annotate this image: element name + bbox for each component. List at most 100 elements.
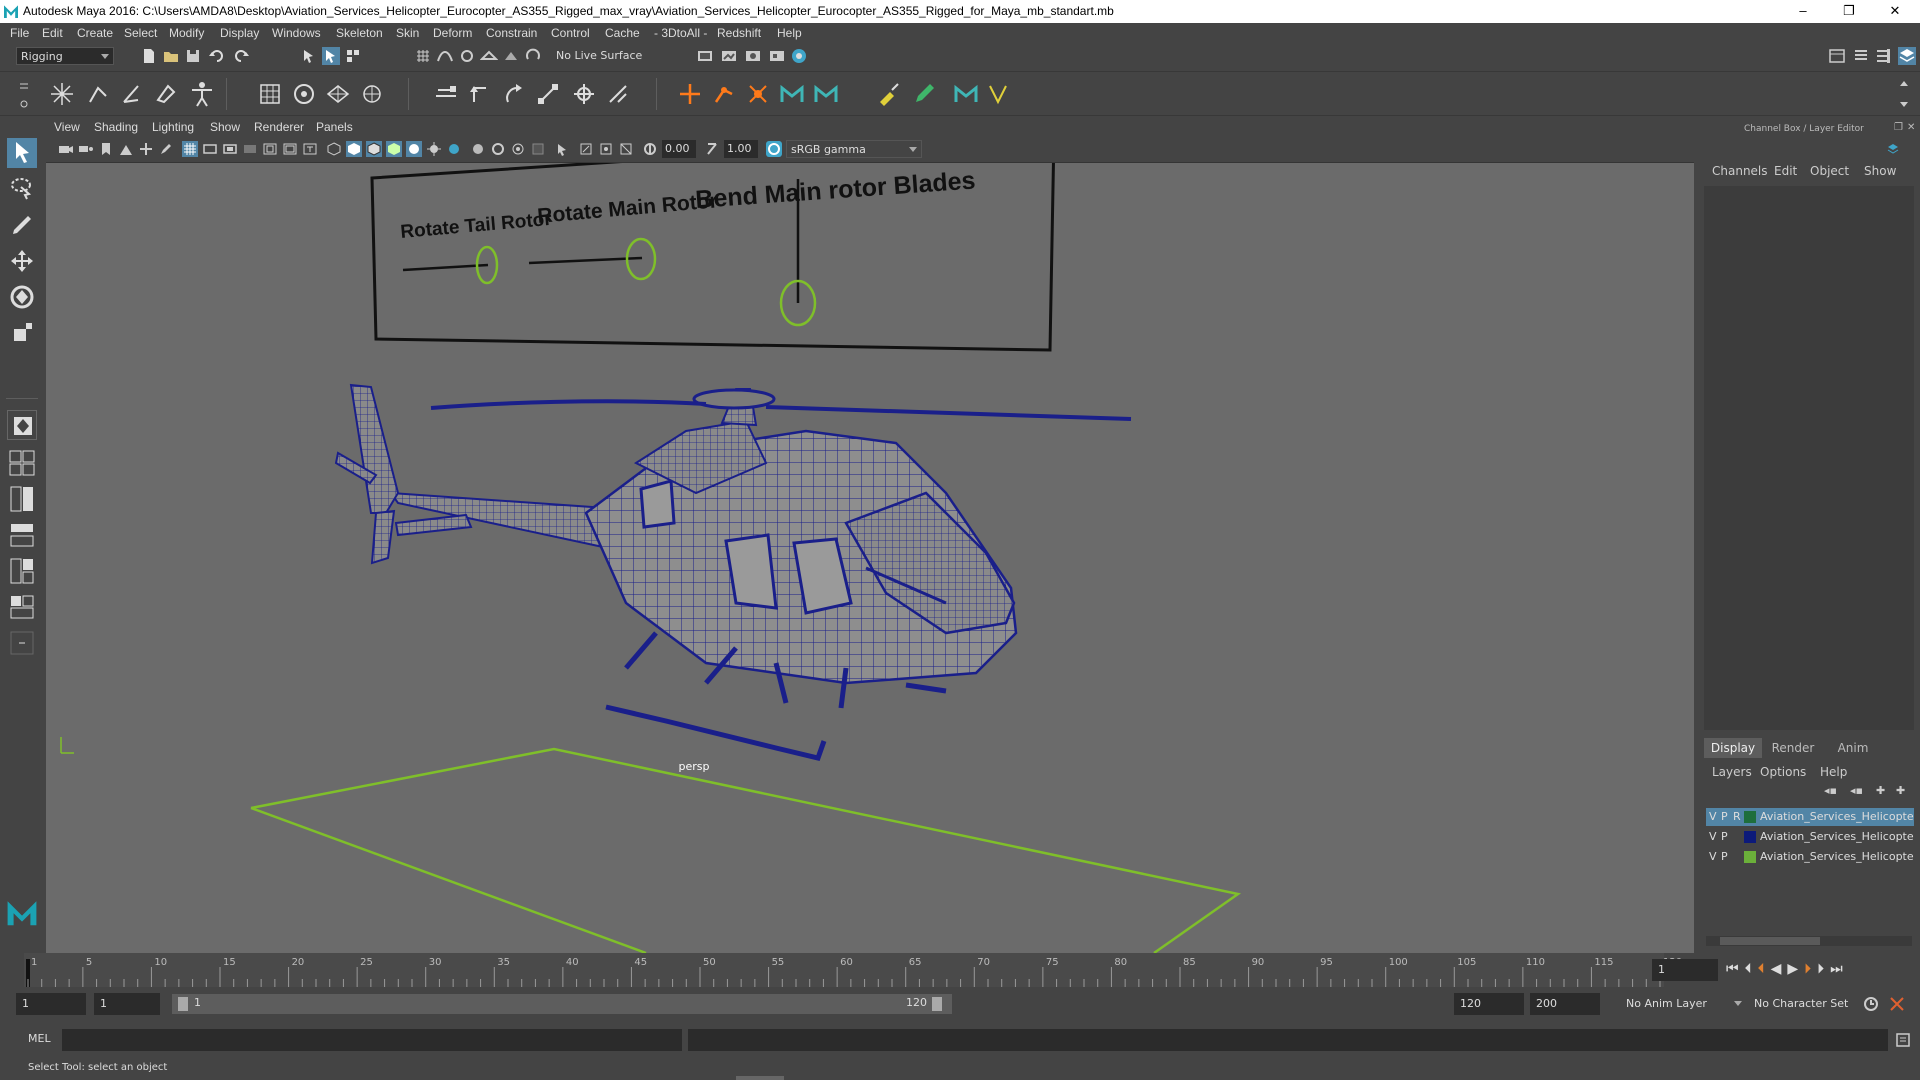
go-to-end-icon[interactable]: ⏭ bbox=[1830, 961, 1849, 977]
animation-end-field[interactable]: 200 bbox=[1530, 993, 1600, 1015]
smooth-shade-icon[interactable] bbox=[346, 141, 362, 157]
camera-icon[interactable] bbox=[58, 141, 74, 157]
layer-color-swatch[interactable] bbox=[1744, 851, 1756, 863]
layer-name[interactable]: Aviation_Services_Helicopter bbox=[1760, 810, 1914, 823]
exposure-field[interactable]: 0.00 bbox=[662, 140, 696, 158]
menu-select[interactable]: Select bbox=[124, 26, 157, 40]
wrap-deformer-icon[interactable] bbox=[324, 80, 352, 108]
layer-menu-help[interactable]: Help bbox=[1820, 765, 1847, 779]
bind-skin-icon[interactable] bbox=[152, 80, 180, 108]
safe-action-icon[interactable] bbox=[282, 141, 298, 157]
maya-script-icon-1[interactable] bbox=[778, 80, 806, 108]
move-layer-up-icon[interactable]: ◂▪ bbox=[1824, 784, 1837, 797]
camera-attributes-icon[interactable] bbox=[78, 141, 94, 157]
humanik-icon[interactable] bbox=[188, 80, 216, 108]
save-scene-icon[interactable] bbox=[184, 47, 202, 65]
xray-joints-icon[interactable] bbox=[578, 141, 594, 157]
undo-icon[interactable] bbox=[208, 47, 226, 65]
help-line-resize-handle[interactable] bbox=[736, 1076, 784, 1080]
outliner-layout-icon[interactable] bbox=[7, 520, 37, 550]
workspace-icon[interactable] bbox=[1828, 47, 1846, 65]
minimize-button[interactable]: – bbox=[1780, 0, 1826, 23]
step-back-key-icon[interactable]: ⏴ bbox=[1758, 961, 1771, 977]
new-scene-icon[interactable] bbox=[140, 47, 158, 65]
time-slider-ruler[interactable]: 1 5 10 15 20 25 30 35 40 45 50 55 60 65 70 75 80 85 90 95 10… bbox=[0, 953, 1700, 987]
helicopter-model[interactable] bbox=[334, 383, 1132, 761]
panel-float-icon[interactable]: ❐ bbox=[1894, 122, 1903, 133]
render-settings-icon[interactable] bbox=[744, 47, 762, 65]
menu-display[interactable]: Display bbox=[220, 26, 259, 40]
step-forward-key-icon[interactable]: ⏵ bbox=[1804, 961, 1817, 977]
depth-of-field-icon[interactable] bbox=[510, 141, 526, 157]
viewport-menu-lighting[interactable]: Lighting bbox=[152, 120, 194, 134]
layer-playback-toggle[interactable]: P bbox=[1721, 810, 1728, 823]
menu-skeleton[interactable]: Skeleton bbox=[336, 26, 383, 40]
anti-aliasing-icon[interactable] bbox=[490, 141, 506, 157]
character-set-dropdown[interactable]: No Character Set bbox=[1750, 995, 1866, 1013]
shelf-options-icon[interactable] bbox=[18, 76, 30, 112]
single-perspective-layout-icon[interactable] bbox=[7, 410, 37, 440]
layer-reference-toggle[interactable]: R bbox=[1733, 810, 1741, 823]
anim-layer-dropdown[interactable]: No Anim Layer bbox=[1622, 995, 1746, 1013]
snap-grid-icon[interactable] bbox=[414, 47, 432, 65]
animation-start-field[interactable]: 1 bbox=[16, 993, 86, 1015]
layer-color-swatch[interactable] bbox=[1744, 831, 1756, 843]
vertex-tool-icon[interactable] bbox=[984, 80, 1012, 108]
perspective-viewport[interactable]: Rotate Tail Rotor Rotate Main Rotor Bend… bbox=[46, 163, 1694, 953]
layer-color-swatch[interactable] bbox=[1744, 811, 1756, 823]
restore-button[interactable]: ❐ bbox=[1826, 0, 1872, 23]
channel-box-icon[interactable] bbox=[1898, 47, 1916, 65]
gamma-icon[interactable] bbox=[704, 141, 720, 157]
parent-constraint-icon[interactable] bbox=[432, 80, 460, 108]
new-layer-selected-icon[interactable]: ✚ bbox=[1896, 784, 1905, 797]
layer-row[interactable]: V P R Aviation_Services_Helicopter bbox=[1706, 808, 1914, 826]
snap-surface-icon[interactable] bbox=[502, 47, 520, 65]
cluster-icon[interactable] bbox=[290, 80, 318, 108]
tab-display[interactable]: Display bbox=[1704, 738, 1762, 758]
grid-toggle-icon[interactable] bbox=[182, 141, 198, 157]
pole-vector-icon[interactable] bbox=[604, 80, 632, 108]
paint-select-icon[interactable] bbox=[7, 210, 37, 240]
brush-tool-icon[interactable] bbox=[910, 80, 938, 108]
time-slider[interactable]: 1 5 10 15 20 25 30 35 40 45 50 55 60 65 70 75 80 85 90 95 10… bbox=[0, 953, 1920, 987]
film-gate-icon[interactable] bbox=[202, 141, 218, 157]
lattice-icon[interactable] bbox=[256, 80, 284, 108]
toolbox-expand-icon[interactable] bbox=[7, 628, 37, 658]
exposure-icon[interactable] bbox=[642, 141, 658, 157]
ipr-render-icon[interactable] bbox=[720, 47, 738, 65]
select-object-icon[interactable] bbox=[322, 47, 340, 65]
maya-script-icon-3[interactable] bbox=[952, 80, 980, 108]
script-editor-icon[interactable] bbox=[1894, 1031, 1912, 1049]
command-input[interactable] bbox=[62, 1029, 682, 1051]
snap-view-plane-icon[interactable] bbox=[480, 47, 498, 65]
render-view-icon[interactable] bbox=[790, 47, 808, 65]
layer-menu-layers[interactable]: Layers bbox=[1712, 765, 1752, 779]
menu-file[interactable]: File bbox=[10, 26, 29, 40]
layer-scrollbar-thumb[interactable] bbox=[1720, 937, 1820, 945]
2d-pan-zoom-icon[interactable] bbox=[138, 141, 154, 157]
shadows-icon[interactable] bbox=[426, 141, 442, 157]
hypershade-layout-icon[interactable] bbox=[7, 592, 37, 622]
menu-set-dropdown[interactable]: Rigging bbox=[16, 47, 114, 65]
layer-row[interactable]: V P Aviation_Services_Helicopter bbox=[1706, 848, 1914, 866]
step-back-icon[interactable]: ⏴ bbox=[1745, 961, 1758, 977]
current-frame-field[interactable]: 1 bbox=[1652, 959, 1718, 981]
menu-skin[interactable]: Skin bbox=[396, 26, 419, 40]
play-forward-icon[interactable]: ▶ bbox=[1787, 961, 1804, 977]
paint-weights-icon[interactable] bbox=[876, 80, 904, 108]
grease-pencil-icon[interactable] bbox=[158, 141, 174, 157]
redo-icon[interactable] bbox=[232, 47, 250, 65]
tool-settings-icon[interactable] bbox=[1874, 47, 1892, 65]
gamma-field[interactable]: 1.00 bbox=[724, 140, 758, 158]
field-chart-icon[interactable] bbox=[262, 141, 278, 157]
live-surface-field[interactable]: No Live Surface bbox=[552, 47, 652, 65]
channel-box-menu-object[interactable]: Object bbox=[1810, 164, 1849, 178]
menu-help[interactable]: Help bbox=[777, 26, 802, 40]
scale-constraint-icon[interactable] bbox=[534, 80, 562, 108]
playback-start-field[interactable]: 1 bbox=[94, 993, 160, 1015]
create-controls-icon[interactable] bbox=[744, 80, 772, 108]
tab-render[interactable]: Render bbox=[1764, 738, 1822, 758]
xray-components-icon[interactable] bbox=[598, 141, 614, 157]
use-lights-icon[interactable] bbox=[406, 141, 422, 157]
maya-script-icon-2[interactable] bbox=[812, 80, 840, 108]
